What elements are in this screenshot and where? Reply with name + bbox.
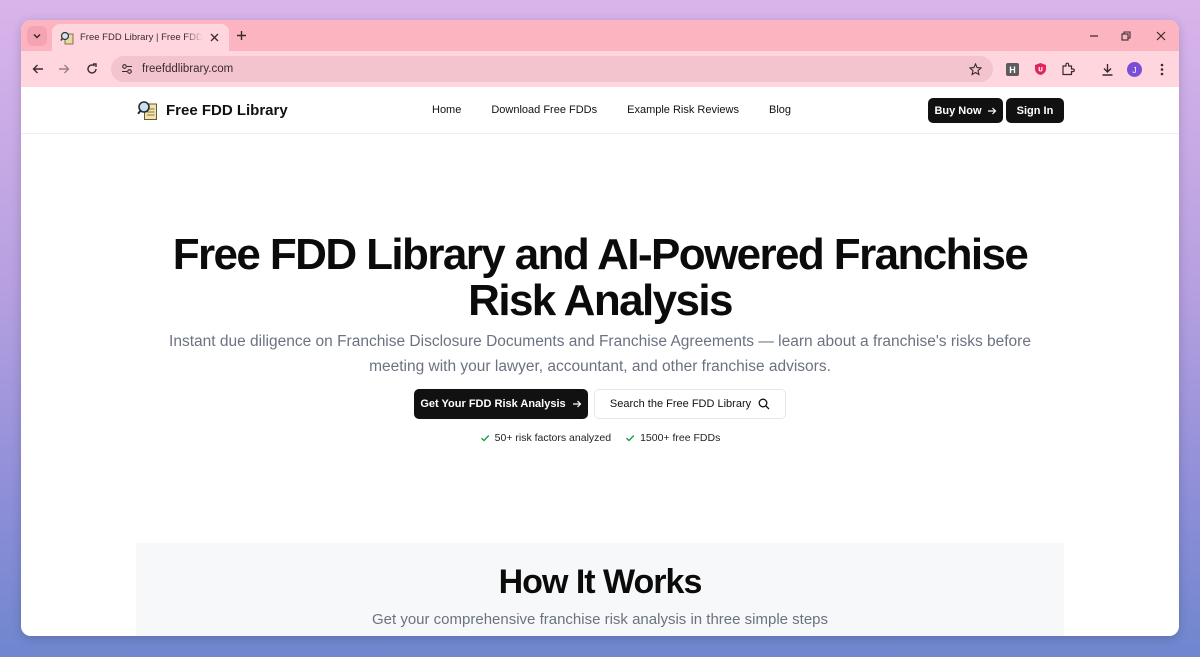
back-button[interactable] [30, 61, 46, 77]
sign-in-label: Sign In [1016, 104, 1054, 117]
hero-feature-checks: 50+ risk factors analyzed 1500+ free FDD… [21, 432, 1179, 444]
tab-close-button[interactable] [207, 31, 221, 45]
more-vertical-icon [1160, 63, 1164, 75]
forward-button[interactable] [56, 61, 72, 77]
chevron-down-icon [33, 33, 41, 39]
main-nav: Home Download Free FDDs Example Risk Rev… [432, 104, 791, 116]
url-text: freefddlibrary.com [142, 63, 234, 75]
sign-in-button[interactable]: Sign In [1006, 98, 1064, 123]
arrow-right-icon [572, 400, 581, 408]
magnifier-document-logo-icon [137, 101, 157, 120]
shield-icon: U [1034, 63, 1046, 75]
arrow-right-icon [59, 64, 70, 74]
hero-title: Free FDD Library and AI-Powered Franchis… [172, 230, 1029, 325]
search-library-label: Search the Free FDD Library [609, 398, 752, 410]
nav-blog[interactable]: Blog [769, 104, 791, 116]
browser-window: Free FDD Library | Free FDD Library [21, 20, 1179, 636]
how-it-works-title: How It Works [498, 563, 703, 601]
reload-icon [87, 63, 97, 74]
nav-home[interactable]: Home [432, 104, 461, 116]
profile-avatar[interactable]: J [1127, 62, 1142, 77]
downloads-button[interactable] [1099, 61, 1115, 77]
arrow-right-icon [987, 107, 996, 114]
close-icon [210, 33, 218, 42]
hero-subtitle: Instant due diligence on Franchise Discl… [169, 333, 1031, 375]
extensions-button[interactable] [1060, 61, 1076, 77]
active-tab[interactable]: Free FDD Library | Free FDD Library [52, 24, 229, 51]
star-icon [968, 62, 982, 76]
minimize-button[interactable] [1086, 28, 1102, 44]
arrow-left-icon [32, 64, 43, 74]
tune-icon [122, 64, 132, 74]
buy-now-button[interactable]: Buy Now [928, 98, 1003, 123]
magnifier-document-favicon-icon [60, 31, 74, 44]
svg-text:U: U [1038, 67, 1043, 74]
nav-example-risk-reviews[interactable]: Example Risk Reviews [627, 104, 739, 116]
browser-toolbar: freefddlibrary.com H U J [21, 51, 1179, 87]
site-settings-icon[interactable] [120, 62, 134, 76]
search-icon [758, 398, 770, 410]
get-risk-analysis-label: Get Your FDD Risk Analysis [420, 398, 566, 410]
site-logo[interactable]: Free FDD Library [137, 100, 288, 121]
check-item-free-fdds: 1500+ free FDDs [625, 432, 720, 444]
download-icon [1102, 63, 1112, 76]
reload-button[interactable] [84, 61, 100, 77]
restore-button[interactable] [1118, 28, 1134, 44]
restore-icon [1121, 31, 1131, 41]
how-it-works-section: How It Works Get your comprehensive fran… [136, 543, 1064, 636]
check-icon [480, 435, 489, 442]
nav-download-free-fdds[interactable]: Download Free FDDs [491, 104, 597, 116]
site-header: Free FDD Library Home Download Free FDDs… [21, 87, 1179, 134]
plus-icon [236, 30, 246, 40]
address-bar[interactable]: freefddlibrary.com [111, 56, 993, 82]
new-tab-button[interactable] [234, 28, 248, 42]
extension-shield-button[interactable]: U [1032, 61, 1048, 77]
extension-h-button[interactable]: H [1006, 63, 1019, 76]
how-it-works-subtitle: Get your comprehensive franchise risk an… [371, 611, 829, 628]
get-risk-analysis-button[interactable]: Get Your FDD Risk Analysis [414, 389, 588, 419]
tab-search-button[interactable] [27, 26, 47, 46]
web-page: Free FDD Library Home Download Free FDDs… [21, 87, 1179, 636]
check-icon [626, 435, 635, 442]
check-item-risk-factors: 50+ risk factors analyzed [480, 432, 611, 444]
close-window-button[interactable] [1153, 28, 1169, 44]
tab-title: Free FDD Library | Free FDD Library [80, 32, 203, 43]
bookmark-button[interactable] [967, 61, 983, 77]
menu-button[interactable] [1154, 61, 1170, 77]
close-icon [1156, 31, 1166, 41]
puzzle-icon [1062, 62, 1075, 76]
search-library-button[interactable]: Search the Free FDD Library [594, 389, 786, 419]
logo-text: Free FDD Library [166, 102, 288, 119]
buy-now-label: Buy Now [934, 104, 982, 117]
tab-strip: Free FDD Library | Free FDD Library [21, 20, 1179, 51]
minimize-icon [1090, 35, 1098, 37]
